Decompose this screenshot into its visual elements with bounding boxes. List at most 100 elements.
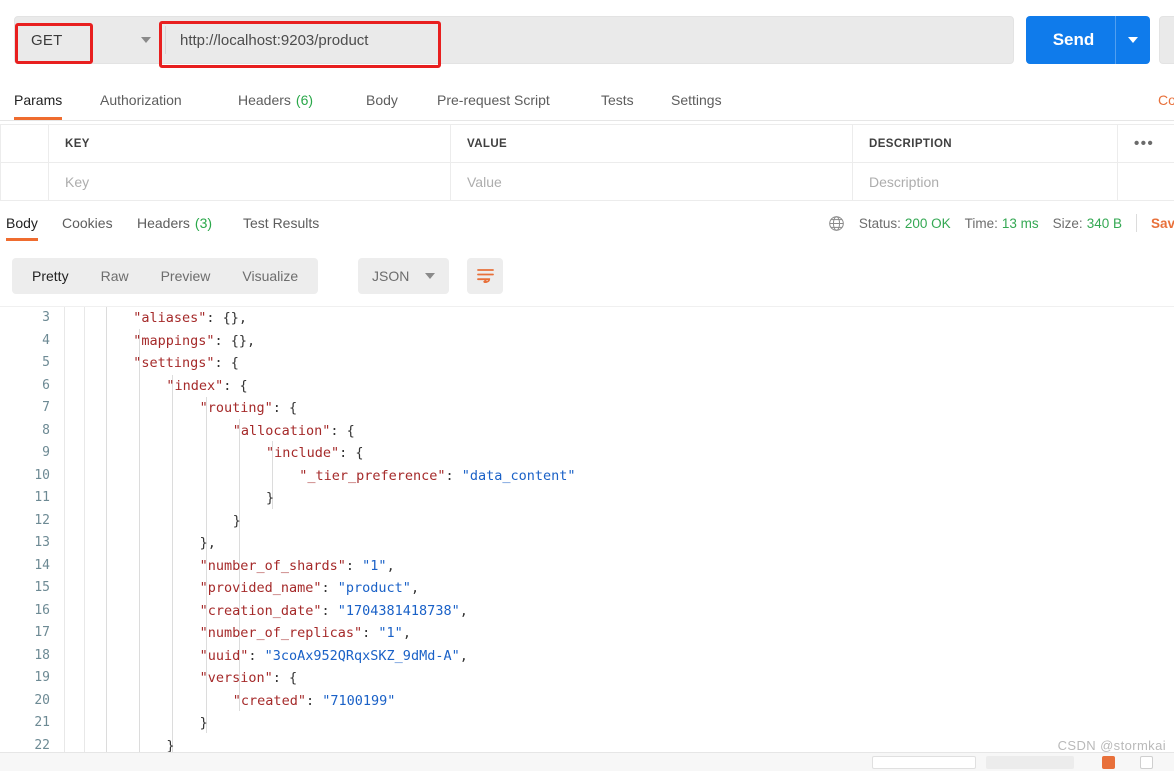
- response-viewer-toolbar: Pretty Raw Preview Visualize JSON: [0, 252, 1174, 300]
- tab-params[interactable]: Params: [14, 80, 63, 120]
- code-text: "mappings": {},: [133, 332, 256, 349]
- status-value: 200 OK: [904, 215, 951, 231]
- tab-pre-request-script[interactable]: Pre-request Script: [437, 80, 550, 120]
- tab-authorization[interactable]: Authorization: [100, 80, 182, 120]
- response-format-dropdown[interactable]: JSON: [358, 258, 450, 294]
- header-description: DESCRIPTION: [852, 124, 1118, 163]
- code-text: "routing": {: [199, 400, 298, 416]
- code-text: }: [199, 715, 208, 731]
- view-mode-pretty[interactable]: Pretty: [16, 258, 85, 294]
- code-line: 9 "include": {: [0, 442, 1174, 465]
- code-text: }: [232, 512, 241, 529]
- line-number: 17: [34, 625, 50, 640]
- line-number: 16: [34, 602, 50, 618]
- param-description-input[interactable]: Description: [852, 162, 1118, 201]
- view-mode-raw[interactable]: Raw: [85, 258, 145, 294]
- status-bar-search[interactable]: [872, 756, 976, 769]
- response-tab-test-results[interactable]: Test Results: [243, 203, 319, 243]
- bulk-edit-menu[interactable]: •••: [1117, 124, 1174, 163]
- watermark: CSDN @stormkai: [1057, 738, 1166, 753]
- code-text: "creation_date": "1704381418738",: [199, 602, 468, 619]
- response-tab-cookies[interactable]: Cookies: [62, 203, 113, 243]
- code-line: 13},: [0, 532, 1174, 555]
- line-number: 6: [42, 377, 50, 393]
- code-text: "version": {: [199, 670, 298, 686]
- status-bar: [0, 752, 1174, 771]
- response-format-label: JSON: [372, 268, 410, 284]
- cookies-link[interactable]: Co: [1158, 80, 1174, 120]
- wrap-lines-icon: [476, 267, 495, 286]
- line-number: 11: [34, 490, 50, 505]
- size-block: Size: 340 B: [1053, 216, 1122, 231]
- row-actions[interactable]: [1117, 162, 1174, 201]
- tab-label: Settings: [671, 92, 722, 108]
- status-block: Status: 200 OK: [859, 216, 951, 231]
- header-key: KEY: [48, 124, 451, 163]
- code-line: 5 "settings": {: [0, 352, 1174, 375]
- response-body-json-viewer[interactable]: 3 "aliases": {}, 4 "mappings": {}, 5 "setting…: [0, 306, 1174, 755]
- view-mode-visualize[interactable]: Visualize: [226, 258, 314, 294]
- header-checkbox: [0, 124, 49, 163]
- status-bar-layout-icon[interactable]: [1140, 756, 1153, 769]
- line-number: 5: [42, 355, 50, 370]
- chevron-down-icon: [1128, 37, 1138, 43]
- divider: [1135, 214, 1137, 232]
- http-method-dropdown[interactable]: GET: [15, 17, 165, 63]
- row-checkbox[interactable]: [0, 162, 49, 201]
- code-line: 18 "uuid": "3coAx952QRqxSKZ_9dMd-A",: [0, 645, 1174, 668]
- code-line: 4 "mappings": {},: [0, 330, 1174, 353]
- code-text: "include": {: [266, 445, 364, 461]
- code-line: 12}: [0, 510, 1174, 533]
- tab-settings[interactable]: Settings: [671, 80, 722, 120]
- line-number: 9: [42, 445, 50, 460]
- query-params-table: KEY VALUE DESCRIPTION ••• Key Value Desc…: [0, 124, 1174, 201]
- save-request-button[interactable]: [1159, 16, 1174, 64]
- tab-tests[interactable]: Tests: [601, 80, 634, 120]
- code-text: "uuid": "3coAx952QRqxSKZ_9dMd-A",: [199, 647, 468, 664]
- status-bar-console-icon[interactable]: [1102, 756, 1115, 769]
- wrap-lines-button[interactable]: [467, 258, 503, 294]
- tab-label: Authorization: [100, 92, 182, 108]
- code-text: "created": "7100199": [232, 692, 396, 709]
- chevron-down-icon: [425, 273, 436, 279]
- tab-label: Body: [366, 92, 398, 108]
- url-input[interactable]: http://localhost:9203/product: [166, 17, 1013, 63]
- line-number: 8: [42, 422, 50, 438]
- line-number: 15: [34, 580, 50, 595]
- tab-headers[interactable]: Headers (6): [238, 80, 313, 120]
- tab-label: Tests: [601, 92, 634, 108]
- line-number: 21: [34, 715, 50, 730]
- tab-label: Test Results: [243, 215, 320, 231]
- tab-count: (3): [194, 215, 213, 231]
- response-bar: Body Cookies Headers (3) Test Results Sta…: [0, 203, 1174, 243]
- method-url-group: GET http://localhost:9203/product: [14, 16, 1014, 64]
- tab-label: Params: [14, 92, 63, 108]
- time-value: 13 ms: [1001, 215, 1039, 231]
- tab-body[interactable]: Body: [366, 80, 398, 120]
- line-number: 14: [34, 557, 50, 573]
- time-label: Time:: [964, 215, 998, 231]
- line-number: 10: [34, 467, 50, 483]
- code-line: 7 "routing": {: [0, 397, 1174, 420]
- code-text: "provided_name": "product",: [199, 580, 420, 596]
- code-line: 14 "number_of_shards": "1",: [0, 555, 1174, 578]
- save-response-button[interactable]: Save R: [1151, 216, 1174, 231]
- status-bar-item[interactable]: [986, 756, 1074, 769]
- param-key-input[interactable]: Key: [48, 162, 451, 201]
- line-number: 13: [34, 535, 50, 550]
- size-value: 340 B: [1086, 215, 1122, 231]
- table-row: Key Value Description: [0, 162, 1174, 201]
- send-button[interactable]: Send: [1026, 16, 1150, 64]
- tab-label: Pre-request Script: [437, 92, 550, 108]
- tab-label: Headers: [137, 215, 190, 231]
- code-text: "aliases": {},: [133, 310, 247, 326]
- line-number: 18: [34, 647, 50, 663]
- param-value-input[interactable]: Value: [450, 162, 853, 201]
- send-options-dropdown[interactable]: [1116, 37, 1150, 43]
- http-method-label: GET: [31, 31, 63, 49]
- response-tab-headers[interactable]: Headers (3): [137, 203, 212, 243]
- view-mode-preview[interactable]: Preview: [145, 258, 227, 294]
- code-line: 16 "creation_date": "1704381418738",: [0, 600, 1174, 623]
- response-tab-body[interactable]: Body: [6, 203, 38, 243]
- code-text: "number_of_replicas": "1",: [199, 625, 411, 641]
